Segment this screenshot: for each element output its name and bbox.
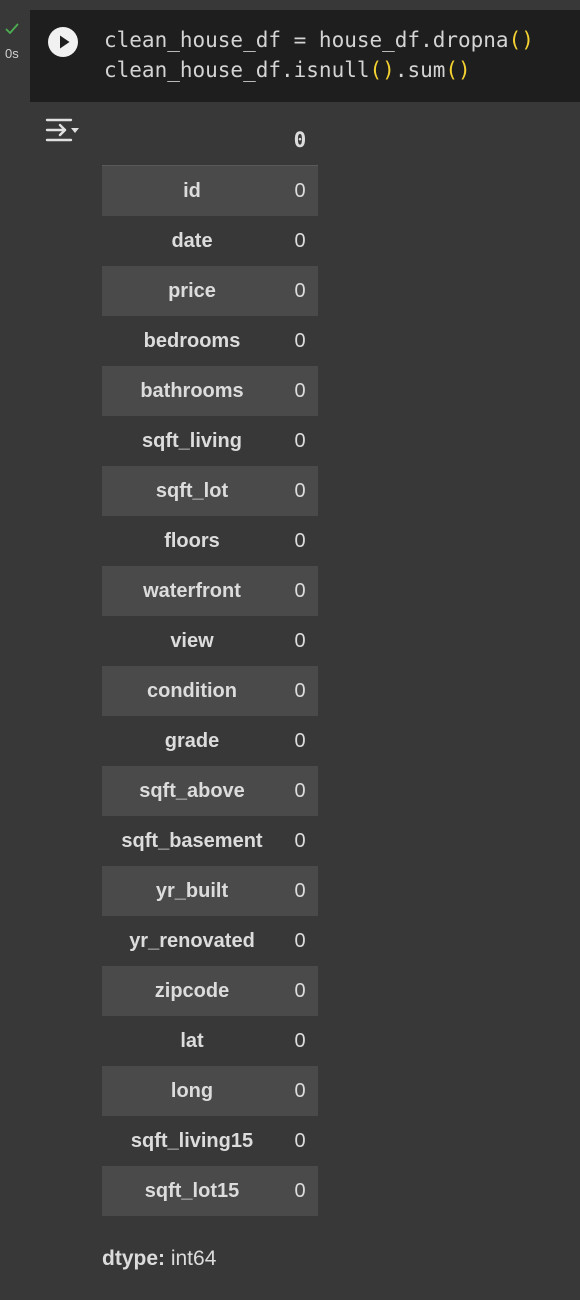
execution-time: 0s	[5, 46, 19, 61]
table-row: bedrooms 0	[102, 316, 318, 366]
row-value: 0	[294, 179, 306, 202]
table-row: view 0	[102, 616, 318, 666]
table-row: date 0	[102, 216, 318, 266]
table-row: bathrooms 0	[102, 366, 318, 416]
code-line-1: clean_house_df = house_df.dropna()	[104, 28, 534, 52]
table-row: sqft_lot15 0	[102, 1166, 318, 1216]
table-row: sqft_living15 0	[102, 1116, 318, 1166]
row-value: 0	[294, 879, 306, 902]
checkmark-icon	[5, 23, 19, 34]
row-value: 0	[294, 829, 306, 852]
table-row: sqft_above 0	[102, 766, 318, 816]
table-row: grade 0	[102, 716, 318, 766]
row-value: 0	[294, 779, 306, 802]
table-header-row: 0	[102, 115, 318, 166]
output-series-table: 0 id 0 date 0 price 0 bedrooms 0 bathrooms 0 sqft_…	[102, 115, 318, 1216]
table-row: floors 0	[102, 516, 318, 566]
dtype-footer: dtype: int64	[102, 1247, 216, 1271]
row-label: lat	[180, 1029, 204, 1052]
dtype-label: dtype:	[102, 1247, 165, 1270]
row-label: sqft_living15	[130, 1129, 254, 1152]
table-body: id 0 date 0 price 0 bedrooms 0 bathrooms 0 sqft_li…	[102, 165, 318, 1216]
row-label: sqft_lot	[155, 479, 229, 502]
row-value: 0	[294, 979, 306, 1002]
row-value: 0	[294, 1029, 306, 1052]
row-label: waterfront	[143, 579, 241, 602]
output-actions-button[interactable]	[45, 117, 81, 145]
output-actions-icon	[45, 118, 79, 142]
row-value: 0	[294, 1179, 306, 1202]
table-row: sqft_basement 0	[102, 816, 318, 866]
row-value: 0	[294, 679, 306, 702]
row-value: 0	[294, 729, 306, 752]
table-row: zipcode 0	[102, 966, 318, 1016]
column-header: 0	[282, 115, 318, 166]
play-icon	[60, 35, 70, 49]
row-label: id	[183, 179, 201, 202]
row-value: 0	[294, 329, 306, 352]
code-line-2: clean_house_df.isnull().sum()	[104, 58, 471, 82]
code-editor[interactable]: clean_house_df = house_df.dropna() clean…	[104, 25, 534, 85]
row-label: floors	[164, 529, 220, 552]
table-row: yr_built 0	[102, 866, 318, 916]
row-value: 0	[294, 279, 306, 302]
row-value: 0	[294, 579, 306, 602]
row-label: yr_renovated	[129, 929, 255, 952]
row-value: 0	[294, 529, 306, 552]
row-label: condition	[147, 679, 237, 702]
row-value: 0	[294, 629, 306, 652]
table-row: price 0	[102, 266, 318, 316]
row-label: price	[168, 279, 216, 302]
row-label: date	[171, 229, 213, 252]
row-label: long	[170, 1079, 214, 1102]
row-value: 0	[294, 929, 306, 952]
row-label: sqft_living	[141, 429, 242, 452]
row-label: sqft_basement	[121, 829, 263, 852]
index-header	[102, 115, 282, 166]
row-value: 0	[294, 429, 306, 452]
row-value: 0	[294, 379, 306, 402]
row-label: zipcode	[154, 979, 230, 1002]
row-value: 0	[294, 1129, 306, 1152]
row-value: 0	[294, 1079, 306, 1102]
table-row: condition 0	[102, 666, 318, 716]
run-cell-button[interactable]	[48, 27, 78, 57]
row-label: sqft_above	[139, 779, 245, 802]
table-row: lat 0	[102, 1016, 318, 1066]
table-row: id 0	[102, 165, 318, 216]
table-row: sqft_living 0	[102, 416, 318, 466]
row-label: bedrooms	[143, 329, 241, 352]
row-value: 0	[294, 479, 306, 502]
row-label: sqft_lot15	[144, 1179, 240, 1202]
code-cell[interactable]: clean_house_df = house_df.dropna() clean…	[30, 10, 580, 102]
row-label: grade	[164, 729, 220, 752]
dtype-value: int64	[165, 1247, 217, 1270]
table-row: waterfront 0	[102, 566, 318, 616]
table-row: long 0	[102, 1066, 318, 1116]
row-label: view	[170, 629, 214, 652]
row-label: bathrooms	[140, 379, 244, 402]
table-row: yr_renovated 0	[102, 916, 318, 966]
row-value: 0	[294, 229, 306, 252]
row-label: yr_built	[155, 879, 229, 902]
table-row: sqft_lot 0	[102, 466, 318, 516]
